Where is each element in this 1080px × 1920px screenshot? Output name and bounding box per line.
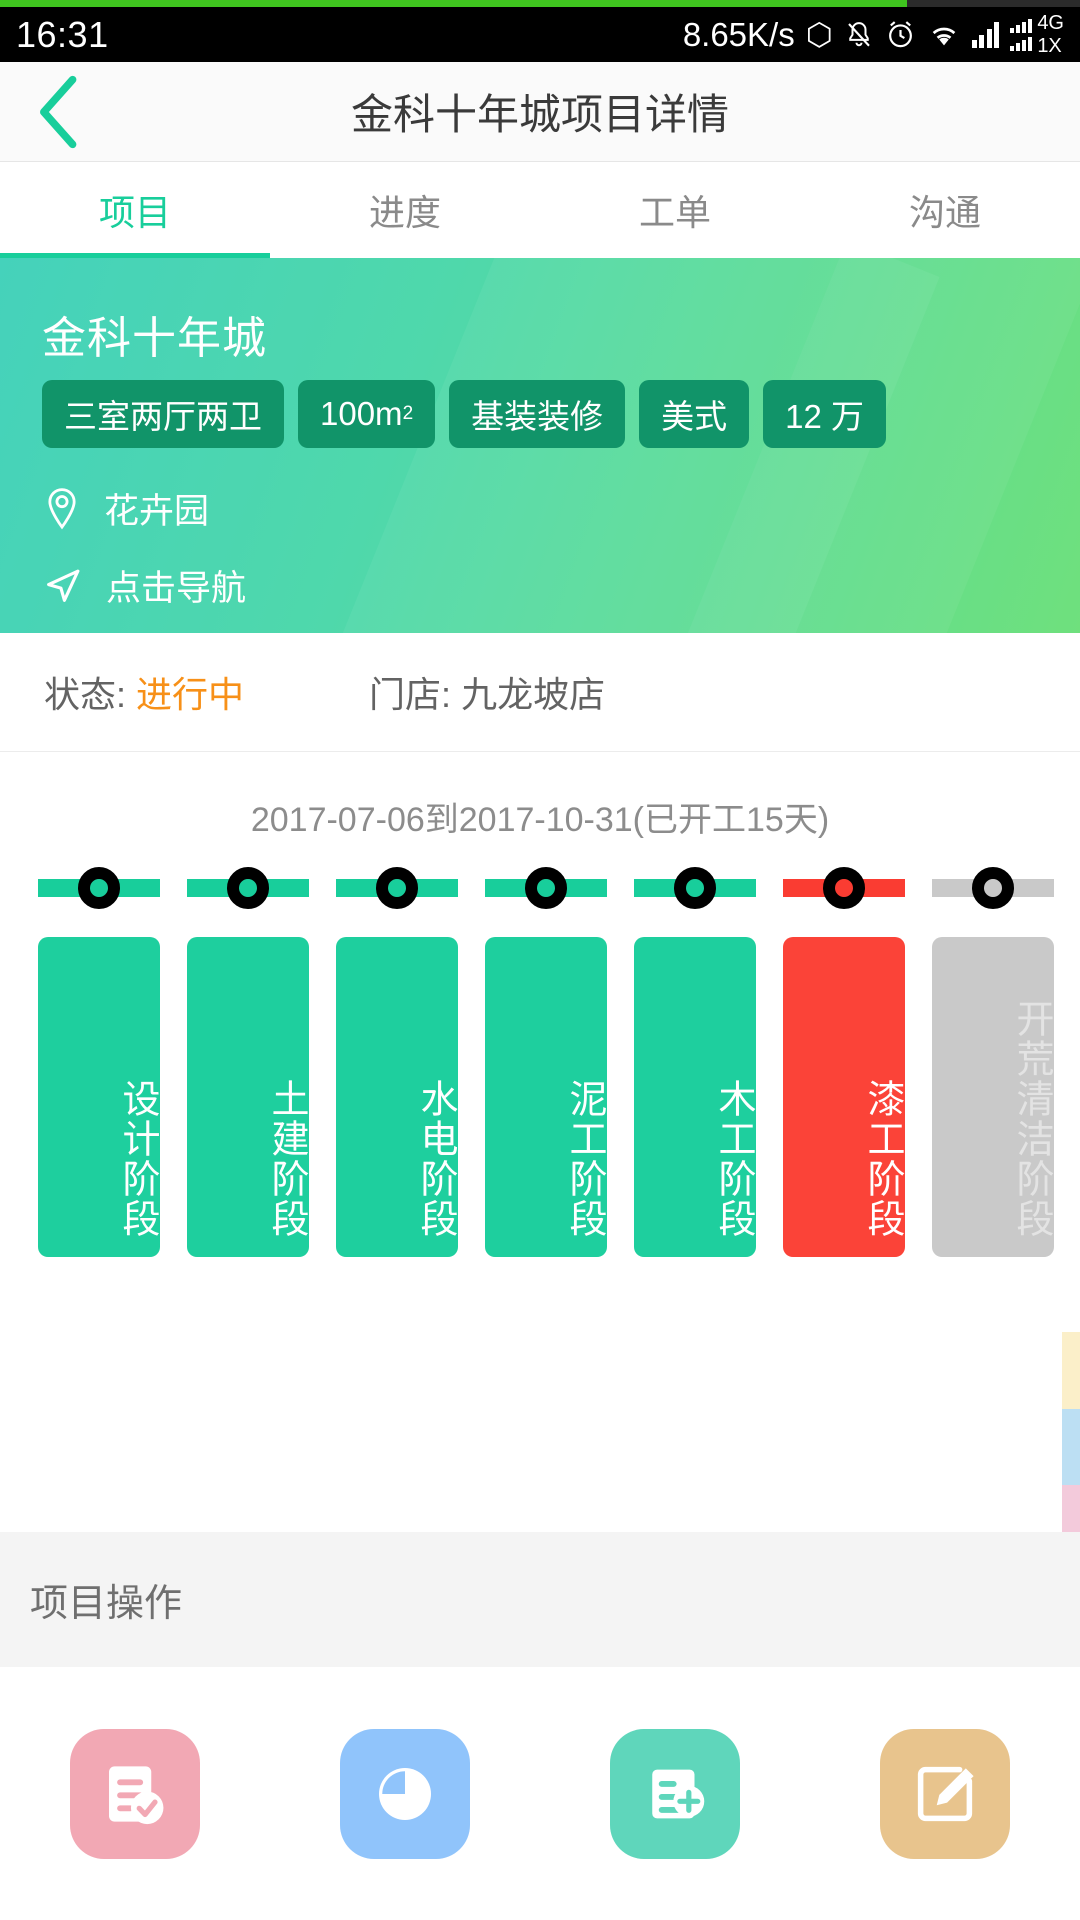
tab-project[interactable]: 项目 [0, 162, 270, 258]
stage-card[interactable]: 木工阶段 [634, 937, 756, 1257]
signal-icon-sim1 [1010, 18, 1033, 33]
network-type-primary: 4G [1037, 11, 1064, 34]
status-badge: 进行中 [136, 674, 245, 715]
stage-label: 土建阶段 [265, 1079, 307, 1239]
stage-card[interactable]: 土建阶段 [187, 937, 309, 1257]
stage-label: 木工阶段 [712, 1079, 754, 1239]
stage-card[interactable]: 泥工阶段 [485, 937, 607, 1257]
stage-node [634, 867, 756, 909]
offscreen-content-peek [1062, 1332, 1080, 1532]
document-check-icon [109, 1765, 164, 1824]
signal-icon [971, 21, 1000, 48]
stage-label: 泥工阶段 [563, 1079, 605, 1239]
stage-card[interactable]: 开荒清洁阶段 [932, 937, 1054, 1257]
map-pin-icon [48, 487, 76, 529]
navigation-arrow-icon [47, 569, 80, 602]
store-value: 九龙坡店 [461, 674, 606, 715]
operation-add-record[interactable] [540, 1728, 810, 1859]
operation-acceptance[interactable] [0, 1728, 270, 1859]
operation-tile[interactable] [610, 1728, 740, 1859]
tab-bar: 项目 进度 工单 沟通 [0, 162, 1080, 258]
operation-tile[interactable] [340, 1728, 470, 1859]
project-hero-banner: 金科十年城 三室两厅两卫 100m 2 基装装修 美式 12 万 花卉园 点击导航 [0, 258, 1080, 633]
project-attribute-chips: 三室两厅两卫 100m 2 基装装修 美式 12 万 [42, 380, 887, 448]
page-load-progress [0, 0, 1080, 7]
stage-label: 设计阶段 [116, 1079, 158, 1239]
signal-icon-sim2 [1010, 36, 1033, 51]
bluetooth-icon: ⬡ [805, 17, 833, 52]
stage-item-plumbing-electrical[interactable]: 水电阶段 [336, 867, 458, 1257]
status-label: 状态: [44, 674, 127, 715]
wifi-icon [932, 27, 956, 45]
stage-track[interactable]: 设计阶段 土建阶段 水电阶段 泥工阶段 木工阶段 漆工阶段 开荒清洁阶段 [38, 867, 1054, 1257]
tab-progress[interactable]: 进度 [270, 162, 540, 258]
tab-workorder[interactable]: 工单 [540, 162, 810, 258]
store-label: 门店: [369, 674, 452, 715]
stage-node [336, 867, 458, 909]
status-bar-indicators: 8.65K/s ⬡ 4G 1X [683, 12, 1064, 58]
dual-sim-indicator: 4G 1X [1010, 12, 1064, 58]
status-bar-clock: 16:31 [16, 13, 109, 55]
stage-card[interactable]: 水电阶段 [336, 937, 458, 1257]
page-title: 金科十年城项目详情 [350, 91, 729, 138]
stage-node [783, 867, 905, 909]
stage-item-design[interactable]: 设计阶段 [38, 867, 160, 1257]
project-location-label: 花卉园 [104, 492, 210, 531]
stage-item-cleaning[interactable]: 开荒清洁阶段 [932, 867, 1054, 1257]
network-speed-label: 8.65K/s [682, 15, 795, 53]
chip-area: 100m 2 [298, 380, 436, 448]
chip-layout: 三室两厅两卫 [42, 380, 284, 448]
stage-node [932, 867, 1054, 909]
stage-node [38, 867, 160, 909]
page-load-progress-fill [0, 0, 908, 7]
stage-card[interactable]: 设计阶段 [38, 937, 160, 1257]
project-status-row: 状态: 进行中 门店: 九龙坡店 [0, 633, 1080, 752]
chip-decoration-type: 基装装修 [449, 380, 626, 448]
network-type-secondary: 1X [1037, 34, 1062, 57]
edit-square-icon [917, 1766, 974, 1821]
back-button[interactable] [0, 62, 120, 162]
stage-node [485, 867, 607, 909]
tab-communication[interactable]: 沟通 [810, 162, 1080, 258]
operations-section-header: 项目操作 [0, 1532, 1080, 1667]
back-chevron-icon [40, 75, 77, 148]
stage-node [187, 867, 309, 909]
stage-item-civil[interactable]: 土建阶段 [187, 867, 309, 1257]
project-location-row: 花卉园 [42, 483, 209, 534]
navigate-label: 点击导航 [106, 569, 247, 608]
operation-tile[interactable] [880, 1728, 1010, 1859]
app-header: 金科十年城项目详情 [0, 62, 1080, 162]
status-bar: 16:31 8.65K/s ⬡ 4G 1X [0, 7, 1080, 62]
store-field: 门店: 九龙坡店 [369, 666, 605, 718]
navigate-row[interactable]: 点击导航 [42, 560, 246, 611]
chip-budget: 12 万 [763, 380, 887, 448]
stage-card[interactable]: 漆工阶段 [783, 937, 905, 1257]
chip-area-value: 100m [320, 395, 403, 432]
project-operations-row [0, 1667, 1080, 1920]
pie-chart-icon [379, 1767, 431, 1820]
mute-bell-icon [848, 21, 870, 46]
stage-item-painting[interactable]: 漆工阶段 [783, 867, 905, 1257]
stage-item-carpentry[interactable]: 木工阶段 [634, 867, 756, 1257]
operations-section-title: 项目操作 [30, 1583, 183, 1625]
operation-edit[interactable] [810, 1728, 1080, 1859]
status-field: 状态: 进行中 [44, 666, 244, 718]
chip-style: 美式 [639, 380, 750, 448]
project-name: 金科十年城 [42, 314, 267, 363]
project-timeline-section: 2017-07-06到2017-10-31(已开工15天) 设计阶段 土建阶段 … [0, 752, 1080, 1532]
stage-label: 水电阶段 [414, 1079, 456, 1239]
operation-tile[interactable] [70, 1728, 200, 1859]
project-date-range: 2017-07-06到2017-10-31(已开工15天) [250, 801, 830, 839]
chip-area-superscript: 2 [402, 403, 414, 424]
stage-label: 漆工阶段 [861, 1079, 903, 1239]
stage-item-masonry[interactable]: 泥工阶段 [485, 867, 607, 1257]
alarm-icon [888, 21, 912, 48]
document-add-icon [652, 1769, 705, 1818]
operation-statistics[interactable] [270, 1728, 540, 1859]
stage-label: 开荒清洁阶段 [1010, 999, 1052, 1239]
